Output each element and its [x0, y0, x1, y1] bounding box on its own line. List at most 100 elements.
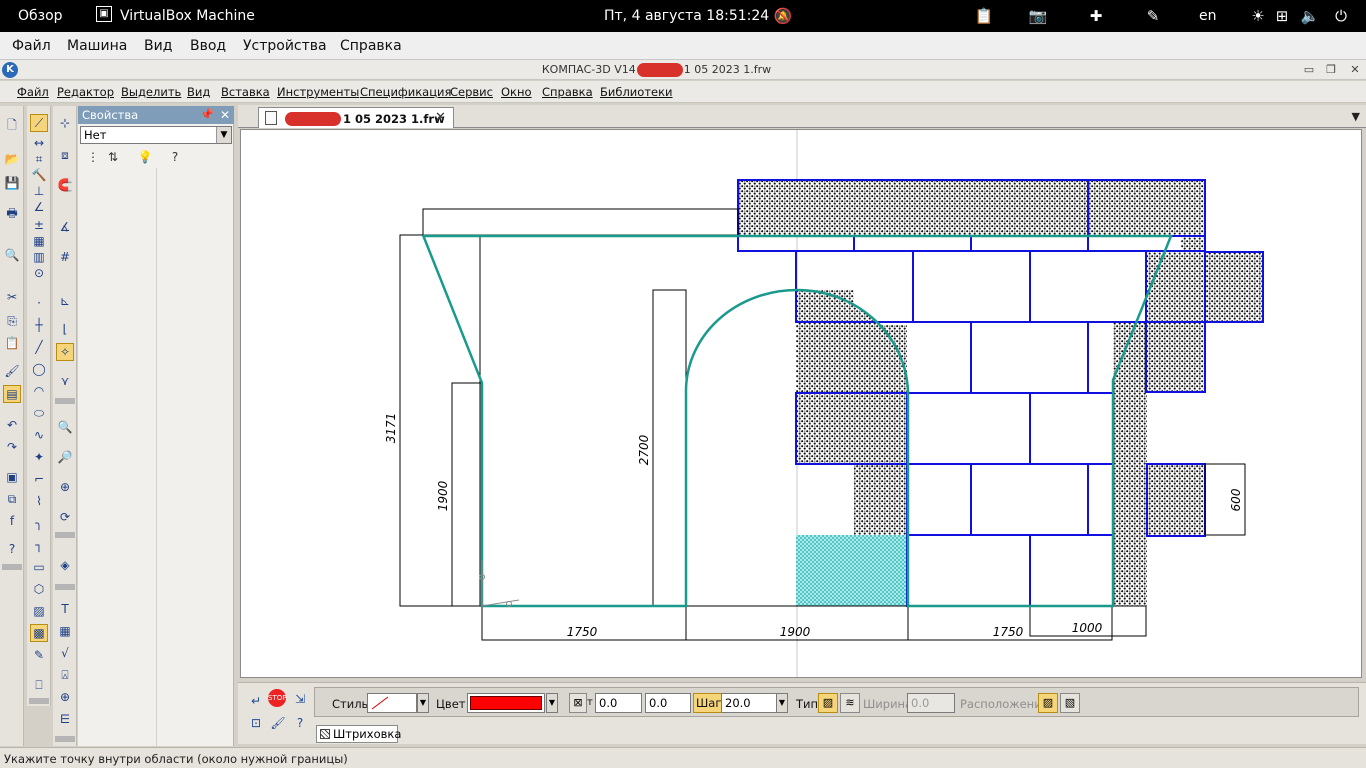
snap-icon[interactable]: ⊹: [56, 114, 74, 132]
nurbs-icon[interactable]: ⌇: [30, 492, 48, 510]
zoom-window-icon[interactable]: 🔍: [56, 418, 74, 436]
zoom-in-icon[interactable]: ⊕: [56, 478, 74, 496]
polyline-icon[interactable]: ⌐: [30, 470, 48, 488]
brush-icon[interactable]: 🖌: [268, 713, 288, 733]
x-field[interactable]: 0.0: [595, 693, 642, 713]
pin-icon[interactable]: 📌: [200, 106, 214, 124]
hatch-tab[interactable]: Штриховка: [316, 725, 401, 743]
aux-line-icon[interactable]: ┼: [30, 316, 48, 334]
segment-icon[interactable]: ╱: [30, 338, 48, 356]
keyboard-layout[interactable]: en: [1199, 0, 1217, 32]
geometry-tool-icon[interactable]: ⟋: [30, 114, 48, 132]
y-field[interactable]: 0.0: [645, 693, 691, 713]
params-icon[interactable]: ⋎: [56, 372, 74, 390]
text-icon[interactable]: T: [56, 600, 74, 618]
restore-icon[interactable]: ❐: [1324, 63, 1338, 77]
point-snap-icon[interactable]: ⊠: [569, 693, 587, 713]
rectangle-icon[interactable]: ▭: [30, 558, 48, 576]
contour-icon[interactable]: ✎: [30, 646, 48, 664]
menu-select[interactable]: Выделить: [121, 85, 181, 99]
undo-icon[interactable]: ↶: [3, 416, 21, 434]
notifications-muted-icon[interactable]: 🔕: [773, 6, 793, 26]
object-selector[interactable]: Нет ▼: [80, 126, 232, 144]
overview-button[interactable]: Обзор: [18, 0, 63, 32]
bezier-icon[interactable]: ✦: [30, 448, 48, 466]
menu-libraries[interactable]: Библиотеки: [600, 85, 673, 99]
clipboard-icon[interactable]: 📋: [974, 6, 994, 26]
vbox-menu-machine[interactable]: Машина: [67, 32, 127, 60]
document-tab[interactable]: 1 05 2023 1.frw ✕: [258, 107, 454, 128]
menu-editor[interactable]: Редактор: [57, 85, 114, 99]
tolerance-icon[interactable]: ⋿: [56, 710, 74, 728]
fill-type-icon[interactable]: ≋: [840, 693, 860, 713]
vbox-menu-devices[interactable]: Устройства: [243, 32, 327, 60]
grid-icon[interactable]: #: [56, 248, 74, 266]
vbox-menu-input[interactable]: Ввод: [190, 32, 226, 60]
measure-tool-icon[interactable]: ∠: [30, 198, 48, 216]
spline-icon[interactable]: ∿: [30, 426, 48, 444]
chevron-down-icon[interactable]: ▼: [417, 693, 429, 713]
ortho-icon[interactable]: ⌊: [56, 320, 74, 338]
leader-icon[interactable]: ⊕: [56, 688, 74, 706]
help-icon[interactable]: ?: [290, 713, 310, 733]
open-file-icon[interactable]: 📂: [3, 150, 21, 168]
drawing-svg[interactable]: 3171 1900 2700 600 1750 1900 1750 1000: [241, 130, 1361, 677]
angle-snap-icon[interactable]: ∡: [56, 218, 74, 236]
position-front-icon[interactable]: ▨: [1038, 693, 1058, 713]
zoom-scale-icon[interactable]: 🔎: [56, 448, 74, 466]
brightness-icon[interactable]: ☀: [1248, 6, 1268, 26]
power-icon[interactable]: ⏻: [1331, 6, 1351, 26]
function-icon[interactable]: f: [3, 512, 21, 530]
clock[interactable]: Пт, 4 августа 18:51:24: [604, 0, 769, 32]
close-tab-icon[interactable]: ✕: [435, 110, 446, 125]
minimize-icon[interactable]: ▭: [1302, 63, 1316, 77]
roughness-icon[interactable]: √: [56, 644, 74, 662]
chevron-down-icon[interactable]: ▼: [546, 693, 558, 713]
layers-icon[interactable]: ⧈: [56, 146, 74, 164]
variables-icon[interactable]: ⧉: [3, 490, 21, 508]
shading-icon[interactable]: ◈: [56, 556, 74, 574]
pen-icon[interactable]: ✎: [1143, 6, 1163, 26]
sort-icon[interactable]: ⇅: [104, 148, 122, 166]
stop-icon[interactable]: STOP: [268, 689, 286, 707]
ellipse-icon[interactable]: ⬭: [30, 404, 48, 422]
cut-icon[interactable]: ✂: [3, 288, 21, 306]
menu-insert[interactable]: Вставка: [221, 85, 270, 99]
copy-icon[interactable]: ⎘: [3, 312, 21, 330]
color-field[interactable]: [467, 693, 545, 713]
menu-view[interactable]: Вид: [187, 85, 210, 99]
hatch-icon[interactable]: ▨: [30, 602, 48, 620]
fillet-icon[interactable]: ╮: [30, 514, 48, 532]
style-field[interactable]: [367, 693, 417, 713]
vbox-menu-file[interactable]: Файл: [12, 32, 51, 60]
format-painter-icon[interactable]: 🖌: [3, 362, 21, 380]
close-icon[interactable]: ✕: [1348, 63, 1362, 77]
polygon-icon[interactable]: ⬡: [30, 580, 48, 598]
boundary-icon[interactable]: ⊡: [246, 713, 266, 733]
local-cs-icon[interactable]: ⊾: [56, 292, 74, 310]
table-icon[interactable]: ▦: [56, 622, 74, 640]
chamfer-icon[interactable]: ┐: [30, 536, 48, 554]
enter-icon[interactable]: ↵: [246, 691, 266, 711]
step-field[interactable]: 20.0: [721, 693, 777, 713]
preview-icon[interactable]: 🔍: [3, 246, 21, 264]
vbox-menu-view[interactable]: Вид: [144, 32, 172, 60]
magnet-icon[interactable]: 🧲: [56, 176, 74, 194]
network-icon[interactable]: ⊞: [1272, 6, 1292, 26]
screenshot-icon[interactable]: 📷: [1028, 6, 1048, 26]
menu-file[interactable]: Файл: [17, 85, 49, 99]
volume-icon[interactable]: 🔈: [1300, 6, 1320, 26]
print-icon[interactable]: 🖶: [3, 204, 21, 222]
insert-tool-icon[interactable]: ⊙: [30, 264, 48, 282]
drawing-canvas[interactable]: 3171 1900 2700 600 1750 1900 1750 1000: [240, 129, 1362, 678]
menu-window[interactable]: Окно: [501, 85, 532, 99]
vbox-menu-help[interactable]: Справка: [340, 32, 402, 60]
menu-help[interactable]: Справка: [542, 85, 593, 99]
circle-icon[interactable]: ◯: [30, 360, 48, 378]
lamp-icon[interactable]: 💡: [136, 148, 154, 166]
menu-service[interactable]: Сервис: [450, 85, 493, 99]
arc-icon[interactable]: ◠: [30, 382, 48, 400]
collection-icon[interactable]: ⎕: [30, 676, 48, 694]
step-label[interactable]: Шаг: [693, 693, 725, 713]
close-panel-icon[interactable]: ✕: [220, 106, 230, 124]
